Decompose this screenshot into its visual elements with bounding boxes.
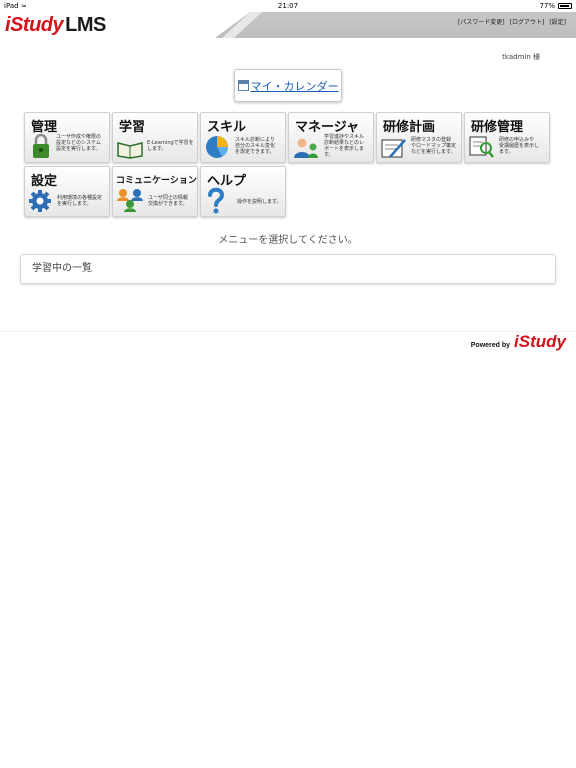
powered-by-logo: Powered by iStudy xyxy=(471,332,566,352)
status-time: 21:07 xyxy=(277,2,299,10)
question-icon xyxy=(208,187,225,214)
tile-desc-line: を実行します。 xyxy=(57,201,92,207)
logo-lms: LMS xyxy=(65,14,106,36)
menu-tile-help[interactable]: ヘルプ 操作を説明します。 xyxy=(200,166,286,217)
tile-desc-line: を測定できます。 xyxy=(235,149,275,155)
battery-icon xyxy=(558,3,572,9)
tile-title: スキル xyxy=(207,120,247,135)
app-header: iStudy LMS [パスワード変更] [ログアウト] [設定] xyxy=(0,12,576,38)
menu-tile-communication[interactable]: コミュニケーション ユーザ同士の情報 交換ができます。 xyxy=(112,166,198,217)
tile-desc-line: す。 xyxy=(324,152,334,158)
tile-desc-line: 交換ができます。 xyxy=(148,201,188,207)
istudy-brand: iStudy xyxy=(514,332,566,351)
tile-title: 研修計画 xyxy=(383,120,436,135)
powered-by-text: Powered by xyxy=(470,342,511,349)
lock-icon xyxy=(33,133,49,158)
gear-icon xyxy=(29,190,51,212)
plan-icon xyxy=(381,139,406,158)
menu-tile-manager[interactable]: マネージャ 学習進捗やスキル 診断結果などのレ ポートを表示しま す。 xyxy=(288,112,374,163)
user-name: tkadmin 様 xyxy=(502,53,540,61)
training-icon xyxy=(469,136,494,158)
tile-desc-line: 操作を説明します。 xyxy=(237,199,282,205)
tile-desc-line: 設定を実行します。 xyxy=(56,146,101,152)
settings-link[interactable]: [設定] xyxy=(549,17,566,26)
header-links: [パスワード変更] [ログアウト] [設定] xyxy=(458,17,566,26)
pie-chart-icon xyxy=(206,136,228,158)
menu-tile-settings[interactable]: 設定 利用環境の各種設定 を実行します。 xyxy=(24,166,110,217)
calendar-icon xyxy=(237,80,249,91)
menu-tile-training-plan[interactable]: 研修計画 研修マスタの登録 やロードマップ策定 などを実行します。 xyxy=(376,112,462,163)
status-bar: iPad ≈ 21:07 77% xyxy=(0,0,576,12)
tile-title: 学習 xyxy=(119,120,146,135)
istudy-lms-logo[interactable]: iStudy LMS xyxy=(5,14,106,37)
menu-tile-admin[interactable]: 管理 ユーザ作成や権限の 設定などのシステム 設定を実行します。 xyxy=(24,112,110,163)
my-calendar-link[interactable]: マイ・カレンダー xyxy=(251,78,339,94)
people-icon xyxy=(117,189,143,212)
menu-tile-learning[interactable]: 学習 E-Learningで学習を します。 xyxy=(112,112,198,163)
change-password-link[interactable]: [パスワード変更] xyxy=(458,17,505,26)
tile-title: 設定 xyxy=(31,174,58,189)
manager-icon xyxy=(294,138,318,158)
my-calendar-button[interactable]: マイ・カレンダー xyxy=(234,69,342,102)
tile-desc-line: ます。 xyxy=(499,149,514,155)
tile-desc-line: します。 xyxy=(147,146,167,152)
logout-link[interactable]: [ログアウト] xyxy=(510,17,545,26)
tile-title: コミュニケーション xyxy=(116,176,197,186)
battery-percent: 77% xyxy=(539,2,555,10)
menu-tile-skill[interactable]: スキル スキル診断により 自分のスキル変化 を測定できます。 xyxy=(200,112,286,163)
logo-study: Study xyxy=(10,14,64,36)
panel-title: 学習中の一覧 xyxy=(32,263,92,274)
tile-title: マネージャ xyxy=(295,120,360,135)
book-icon xyxy=(117,142,143,159)
select-menu-message: メニューを選択してください。 xyxy=(218,235,358,246)
learning-list-panel: 学習中の一覧 xyxy=(20,254,556,284)
tile-desc-line: などを実行します。 xyxy=(411,149,456,155)
tile-title: 研修管理 xyxy=(471,120,524,135)
battery-status: 77% xyxy=(539,2,572,10)
menu-tile-training-management[interactable]: 研修管理 研修の申込みや 受講履歴を表示し ます。 xyxy=(464,112,550,163)
